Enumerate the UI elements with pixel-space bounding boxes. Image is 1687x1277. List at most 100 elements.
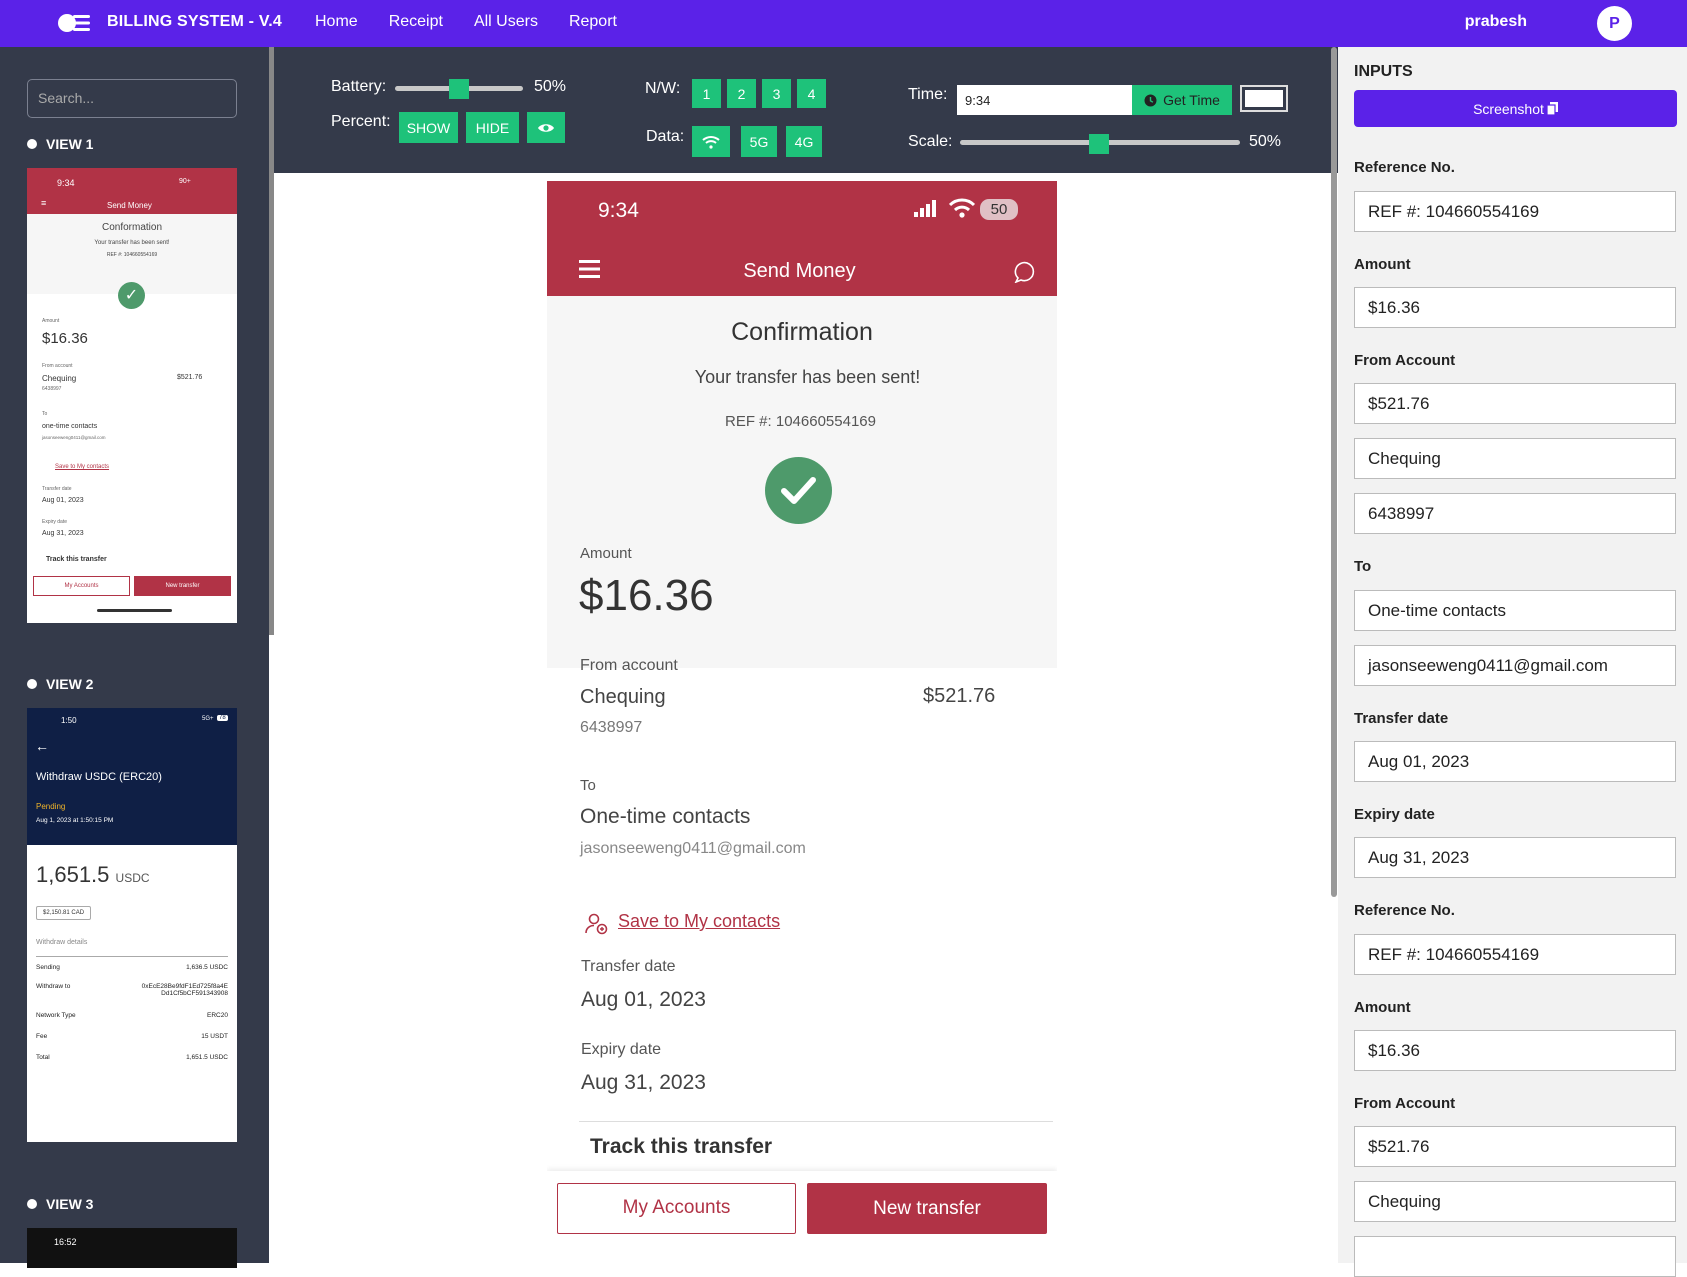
thumb2-date: Aug 1, 2023 at 1:50:15 PM — [36, 817, 114, 824]
percent-label: Percent: — [331, 113, 391, 130]
to-name-input[interactable]: One-time contacts — [1354, 590, 1676, 631]
app-title: BILLING SYSTEM - V.4 — [107, 13, 282, 30]
to-email: jasonseeweng0411@gmail.com — [580, 840, 806, 857]
thumb2-status: 5G+ — [202, 716, 214, 722]
thumb2-title: Withdraw USDC (ERC20) — [36, 771, 162, 783]
ref-input[interactable]: REF #: 104660554169 — [1354, 191, 1676, 232]
thumb-expiry-date: Aug 31, 2023 — [42, 530, 84, 537]
thumb-amount: $16.36 — [42, 330, 88, 347]
nav-receipt[interactable]: Receipt — [389, 13, 443, 31]
track-transfer[interactable]: Track this transfer — [590, 1135, 772, 1159]
data-5g-button[interactable]: 5G — [741, 126, 777, 157]
battery-slider-thumb[interactable] — [449, 79, 469, 99]
ref2-label: Reference No. — [1354, 902, 1455, 919]
logo-icon — [58, 14, 90, 32]
thumb-track: Track this transfer — [46, 556, 107, 563]
avatar[interactable]: P — [1597, 6, 1632, 41]
nw-button-4[interactable]: 4 — [797, 79, 826, 108]
transfer-date-value: Aug 01, 2023 — [581, 988, 706, 1011]
view-2-thumbnail[interactable]: 1:50 5G+ 78 ← Withdraw USDC (ERC20) Pend… — [27, 708, 237, 1142]
save-contact-link[interactable]: Save to My contacts — [618, 911, 780, 932]
time-label: Time: — [908, 86, 948, 103]
screenshot-button[interactable]: Screenshot — [1354, 90, 1677, 127]
amount-label: Amount — [580, 545, 632, 562]
data-4g-button[interactable]: 4G — [786, 126, 822, 157]
inputs-panel: INPUTS Screenshot Reference No. REF #: 1… — [1338, 47, 1687, 1277]
thumb2-cad: $2,150.81 CAD — [36, 906, 92, 920]
from2-number-input[interactable] — [1354, 1236, 1676, 1277]
hide-percent-button[interactable]: HIDE — [466, 112, 519, 143]
amount-input[interactable]: $16.36 — [1354, 287, 1676, 328]
from-balance-input[interactable]: $521.76 — [1354, 383, 1676, 424]
eye-icon[interactable] — [527, 112, 565, 143]
thumb-header: Send Money — [107, 201, 152, 210]
nav-all-users[interactable]: All Users — [474, 13, 538, 31]
view-3-thumbnail[interactable]: 16:52 — [27, 1228, 237, 1268]
view-3-label[interactable]: VIEW 3 — [27, 1196, 93, 1212]
clock-icon — [1144, 94, 1157, 106]
from2-input-label: From Account — [1354, 1095, 1456, 1112]
from2-balance-input[interactable]: $521.76 — [1354, 1126, 1676, 1167]
add-contact-icon — [585, 913, 608, 935]
my-accounts-button[interactable]: My Accounts — [557, 1183, 796, 1234]
transfer-date-input[interactable]: Aug 01, 2023 — [1354, 741, 1676, 782]
expiry-date-label: Expiry date — [581, 1041, 662, 1058]
new-transfer-button[interactable]: New transfer — [807, 1183, 1047, 1234]
color-swatch[interactable] — [1240, 85, 1288, 112]
to-input-label: To — [1354, 558, 1372, 575]
from2-name-input[interactable]: Chequing — [1354, 1181, 1676, 1222]
view-1-thumbnail[interactable]: 9:34 90+ ≡ Send Money Conformation Your … — [27, 168, 237, 623]
time-input[interactable]: 9:34 — [957, 85, 1132, 115]
amount-input-label: Amount — [1354, 256, 1411, 273]
nw-button-2[interactable]: 2 — [727, 79, 756, 108]
phone-header-title: Send Money — [743, 260, 856, 282]
thumb-time: 9:34 — [57, 178, 75, 188]
view-2-label[interactable]: VIEW 2 — [27, 676, 93, 692]
thumb-subtitle: Your transfer has been sent! — [94, 240, 170, 246]
preview-scrollbar[interactable] — [1331, 47, 1337, 897]
phone-time: 9:34 — [598, 199, 639, 222]
amount2-input-label: Amount — [1354, 999, 1411, 1016]
data-label: Data: — [646, 128, 685, 145]
top-navbar: BILLING SYSTEM - V.4 Home Receipt All Us… — [0, 0, 1687, 47]
thumb-title: Conformation — [101, 222, 163, 233]
wifi-icon[interactable] — [692, 126, 730, 157]
thumb-new-button: New transfer — [134, 576, 231, 596]
scale-slider-thumb[interactable] — [1089, 134, 1109, 154]
show-percent-button[interactable]: SHOW — [399, 112, 458, 143]
amount2-input[interactable]: $16.36 — [1354, 1030, 1676, 1071]
get-time-button[interactable]: Get Time — [1132, 85, 1232, 115]
search-input[interactable]: Search... — [27, 79, 237, 118]
thumb-status: 90+ — [179, 178, 191, 185]
nw-button-3[interactable]: 3 — [762, 79, 791, 108]
inputs-title: INPUTS — [1354, 63, 1413, 80]
transfer-date-input-label: Transfer date — [1354, 710, 1449, 727]
thumb-from-label: From account — [42, 363, 73, 369]
username[interactable]: prabesh — [1465, 13, 1527, 31]
thumb3-time: 16:52 — [54, 1237, 77, 1247]
battery-label: Battery: — [331, 78, 387, 95]
from-account-input-label: From Account — [1354, 352, 1456, 369]
transfer-date-label: Transfer date — [581, 958, 676, 975]
nw-button-1[interactable]: 1 — [692, 79, 721, 108]
from-account-label: From account — [580, 657, 678, 674]
thumb-accounts-button: My Accounts — [33, 576, 130, 596]
nav-report[interactable]: Report — [569, 13, 617, 31]
ref2-input[interactable]: REF #: 104660554169 — [1354, 934, 1676, 975]
to-label: To — [580, 777, 596, 794]
confirmation-subtitle: Your transfer has been sent! — [694, 367, 921, 387]
view-1-label[interactable]: VIEW 1 — [27, 136, 93, 152]
chat-icon — [1014, 261, 1035, 283]
thumb-ref: REF #: 104660554169 — [106, 252, 158, 258]
thumb-to-email: jasonseeweng0411@gmail.com — [42, 435, 106, 440]
copy-icon — [1546, 102, 1558, 115]
thumb-expiry-label: Expiry date — [42, 519, 68, 525]
nav-home[interactable]: Home — [315, 13, 358, 31]
expiry-date-input[interactable]: Aug 31, 2023 — [1354, 837, 1676, 878]
phone-preview: 9:34 50 Send Money Confirmation Your tra… — [547, 181, 1057, 1263]
from-number-input[interactable]: 6438997 — [1354, 493, 1676, 534]
scale-label: Scale: — [908, 133, 953, 150]
main-nav: Home Receipt All Users Report — [315, 13, 648, 31]
from-name-input[interactable]: Chequing — [1354, 438, 1676, 479]
to-email-input[interactable]: jasonseeweng0411@gmail.com — [1354, 645, 1676, 686]
